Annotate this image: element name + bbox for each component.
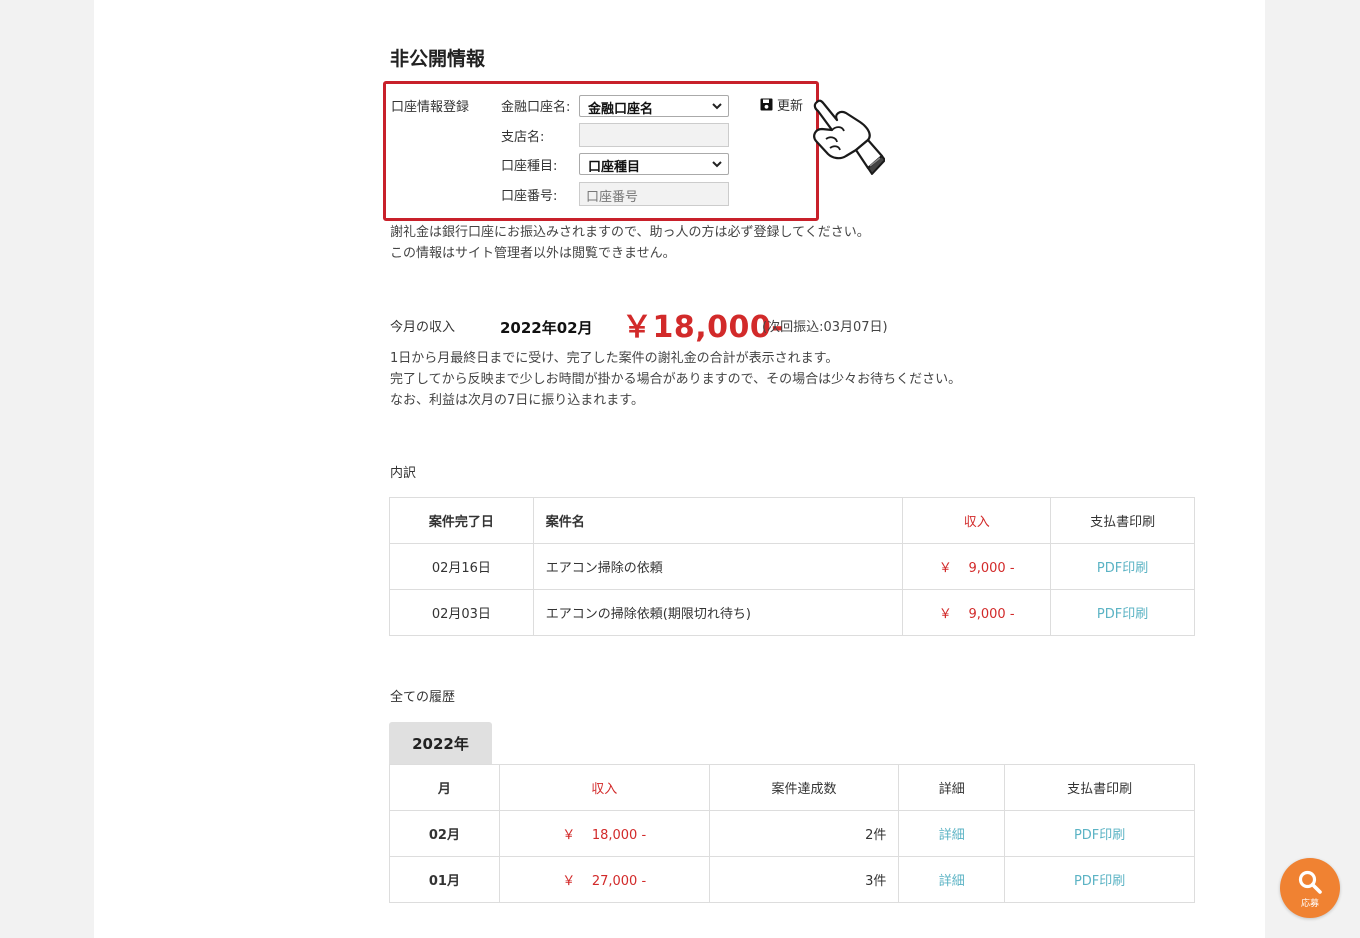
tab-year-2022[interactable]: 2022年 — [389, 722, 492, 765]
fab-label: 応募 — [1300, 899, 1319, 909]
bank-note-line: 謝礼金は銀行口座にお振込みされますので、助っ人の方は必ず登録してください。 — [390, 225, 870, 240]
search-icon — [1298, 870, 1322, 894]
branch-label: 支店名: — [501, 130, 545, 145]
account-type-select[interactable]: 口座種目 — [579, 153, 729, 175]
col-month: 月 — [389, 764, 500, 811]
col-income: 収入 — [498, 764, 710, 811]
update-label: 更新 — [777, 99, 804, 114]
next-payment-date: (次回振込:03月07日) — [762, 320, 888, 335]
row-month: 01月 — [389, 856, 500, 903]
income-notes: 1日から月最終日までに受け、完了した案件の謝礼金の合計が表示されます。 完了して… — [390, 348, 961, 411]
pdf-print-link[interactable]: PDF印刷 — [1004, 856, 1195, 903]
row-date: 02月16日 — [389, 543, 534, 590]
yen-mark: ￥ — [938, 607, 952, 622]
table-row: 02月 ￥ 18,000 - 2件 詳細 PDF印刷 — [389, 810, 1195, 857]
table-header-row: 案件完了日 案件名 収入 支払書印刷 — [389, 497, 1195, 544]
col-complete-date: 案件完了日 — [389, 497, 534, 544]
income-note-line: なお、利益は次月の7日に振り込まれます。 — [390, 393, 644, 408]
row-count: 2件 — [708, 810, 900, 857]
bank-form-label: 口座情報登録 — [391, 100, 470, 115]
col-print: 支払書印刷 — [1050, 497, 1195, 544]
col-income: 収入 — [902, 497, 1052, 544]
breakdown-table: 案件完了日 案件名 収入 支払書印刷 02月16日 エアコン掃除の依頼 ￥ 9,… — [389, 497, 1195, 636]
account-type-label: 口座種目: — [501, 159, 558, 174]
detail-link[interactable]: 詳細 — [898, 810, 1006, 857]
row-amount: 9,000 - — [968, 561, 1015, 576]
bank-note-line: この情報はサイト管理者以外は閲覧できません。 — [390, 246, 676, 261]
row-case-name: エアコン掃除の依頼 — [532, 543, 904, 590]
row-date: 02月03日 — [389, 589, 534, 636]
chevron-down-icon — [712, 103, 722, 110]
bank-notes: 謝礼金は銀行口座にお振込みされますので、助っ人の方は必ず登録してください。 この… — [390, 222, 870, 264]
row-income: ￥ 27,000 - — [498, 856, 710, 903]
yen-mark: ￥ — [562, 828, 576, 843]
table-row: 02月03日 エアコンの掃除依頼(期限切れ待ち) ￥ 9,000 - PDF印刷 — [389, 589, 1195, 636]
history-title: 全ての履歴 — [390, 690, 456, 705]
table-row: 01月 ￥ 27,000 - 3件 詳細 PDF印刷 — [389, 856, 1195, 903]
row-amount: 27,000 - — [591, 874, 647, 889]
save-icon — [760, 98, 773, 111]
row-case-name: エアコンの掃除依頼(期限切れ待ち) — [532, 589, 904, 636]
chevron-down-icon — [712, 161, 722, 168]
table-header-row: 月 収入 案件達成数 詳細 支払書印刷 — [389, 764, 1195, 811]
pdf-print-link[interactable]: PDF印刷 — [1050, 589, 1195, 636]
account-number-input[interactable]: 口座番号 — [579, 182, 729, 206]
yen-mark: ￥ — [562, 874, 576, 889]
pointing-hand-icon — [813, 99, 885, 175]
pdf-print-link[interactable]: PDF印刷 — [1004, 810, 1195, 857]
bank-name-label: 金融口座名: — [501, 100, 571, 115]
update-button[interactable]: 更新 — [760, 95, 803, 114]
branch-input[interactable] — [579, 123, 729, 147]
bank-name-value: 金融口座名 — [588, 102, 654, 117]
row-amount: 18,000 - — [591, 828, 647, 843]
row-income: ￥ 9,000 - — [902, 543, 1052, 590]
income-note-line: 1日から月最終日までに受け、完了した案件の謝礼金の合計が表示されます。 — [390, 351, 839, 366]
account-number-label: 口座番号: — [501, 189, 558, 204]
table-row: 02月16日 エアコン掃除の依頼 ￥ 9,000 - PDF印刷 — [389, 543, 1195, 590]
col-case-name: 案件名 — [532, 497, 904, 544]
row-month: 02月 — [389, 810, 500, 857]
section-title: 非公開情報 — [390, 48, 486, 70]
col-achievements: 案件達成数 — [708, 764, 900, 811]
pdf-print-link[interactable]: PDF印刷 — [1050, 543, 1195, 590]
account-type-value: 口座種目 — [588, 160, 641, 175]
col-detail: 詳細 — [898, 764, 1006, 811]
income-amount: ￥18,000- — [622, 310, 785, 345]
row-amount: 9,000 - — [968, 607, 1015, 622]
income-label: 今月の収入 — [390, 320, 456, 335]
row-income: ￥ 18,000 - — [498, 810, 710, 857]
row-count: 3件 — [708, 856, 900, 903]
yen-mark: ￥ — [938, 561, 952, 576]
history-table: 月 収入 案件達成数 詳細 支払書印刷 02月 ￥ 18,000 - 2件 詳細… — [389, 764, 1195, 903]
bank-name-select[interactable]: 金融口座名 — [579, 95, 729, 117]
col-print: 支払書印刷 — [1004, 764, 1195, 811]
income-month: 2022年02月 — [500, 319, 593, 337]
detail-link[interactable]: 詳細 — [898, 856, 1006, 903]
apply-fab-button[interactable]: 応募 — [1280, 858, 1340, 918]
income-note-line: 完了してから反映まで少しお時間が掛かる場合がありますので、その場合は少々お待ちく… — [390, 372, 962, 387]
breakdown-title: 内訳 — [390, 466, 417, 481]
row-income: ￥ 9,000 - — [902, 589, 1052, 636]
